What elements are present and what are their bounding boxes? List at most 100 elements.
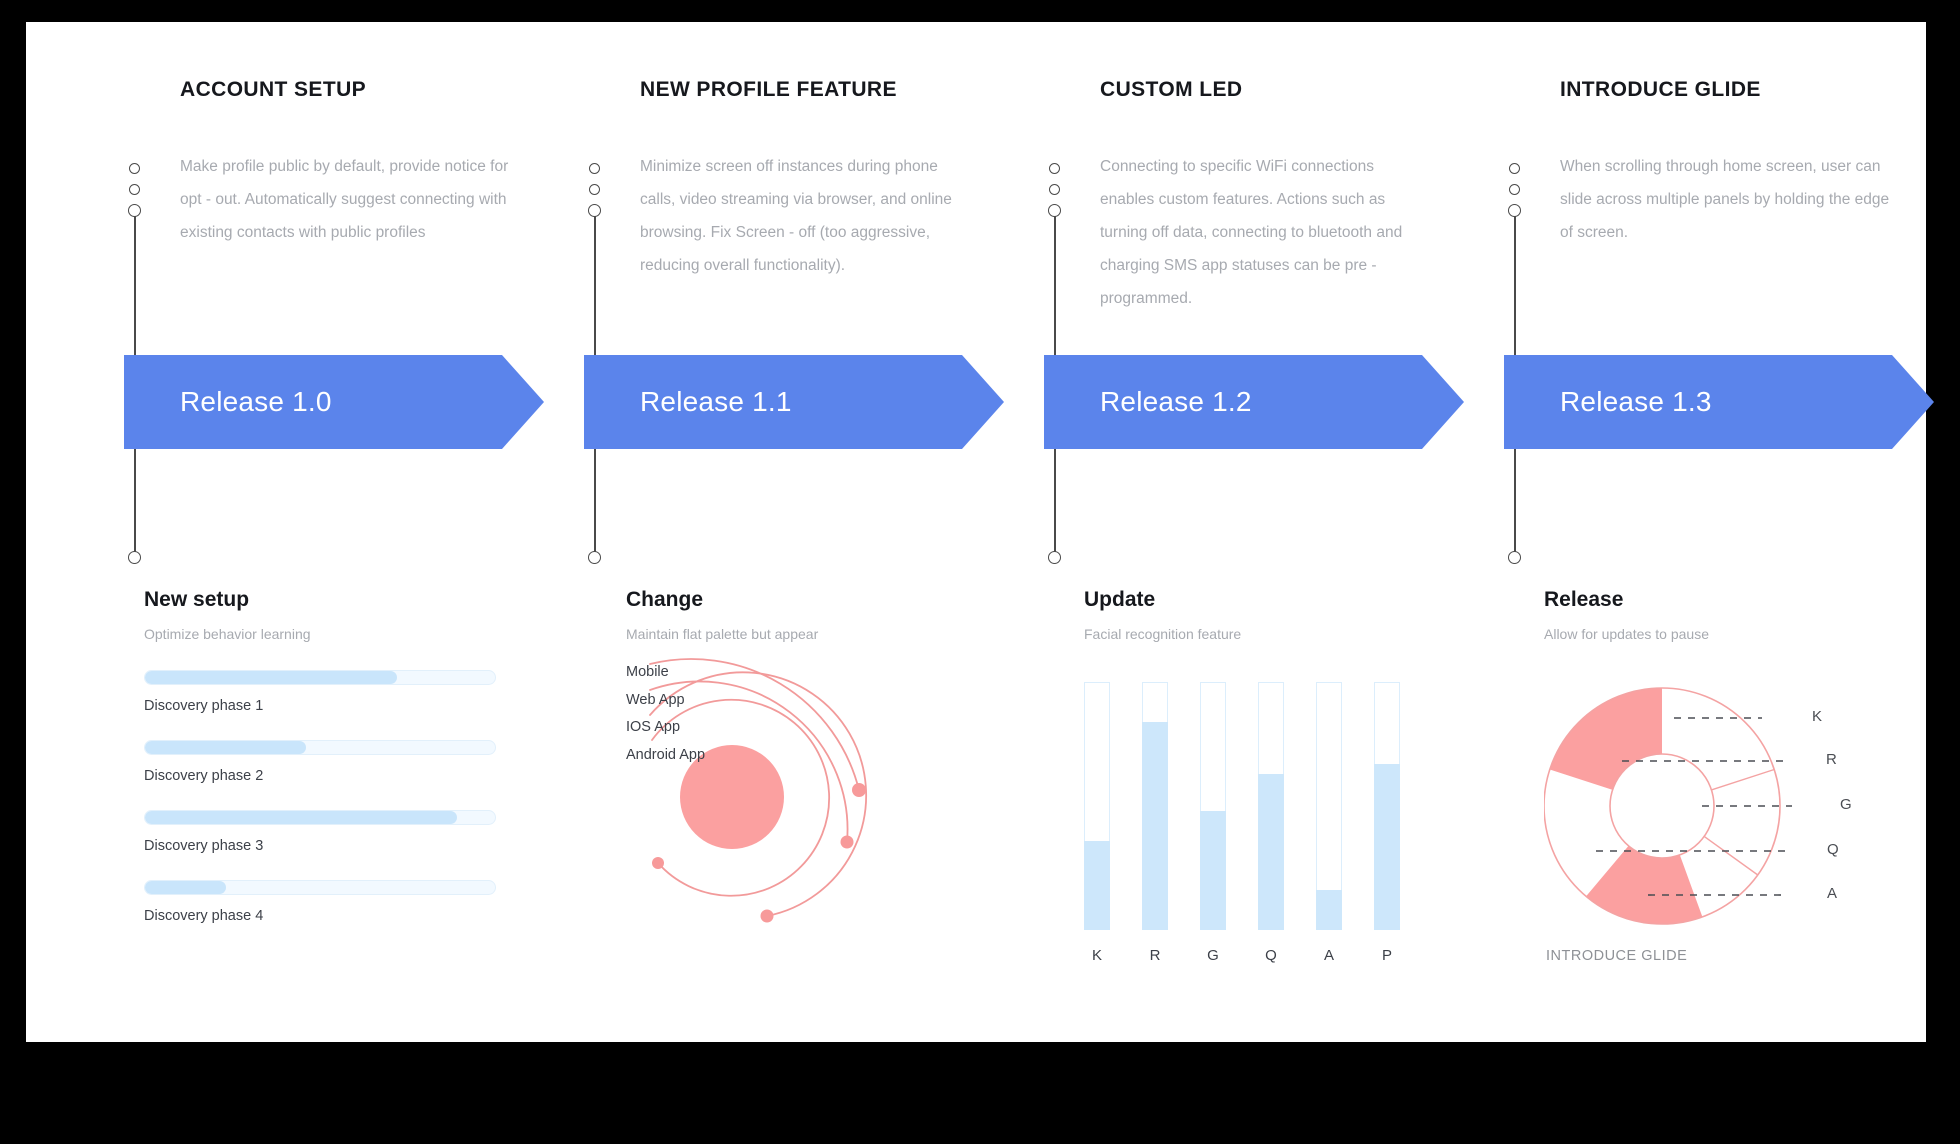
bar-fill xyxy=(1084,840,1110,930)
timeline-node-icon xyxy=(1048,204,1061,217)
timeline-node-icon xyxy=(1508,551,1521,564)
progress-bar-label: Discovery phase 1 xyxy=(144,698,264,714)
release-banner-2[interactable]: Release 1.1 xyxy=(584,355,1004,449)
orbit-legend: Mobile Web App IOS App Android App xyxy=(626,664,705,774)
timeline-column-1: ACCOUNT SETUP Make profile public by def… xyxy=(106,22,568,582)
roadmap-timeline: ACCOUNT SETUP Make profile public by def… xyxy=(26,22,1926,582)
progress-bar-track[interactable] xyxy=(144,670,496,685)
timeline-node-icon xyxy=(128,204,141,217)
timeline-column-4: INTRODUCE GLIDE When scrolling through h… xyxy=(1486,22,1948,582)
bar-column-p[interactable] xyxy=(1374,682,1400,930)
orbit-legend-item-android-app[interactable]: Android App xyxy=(626,747,705,763)
donut-label-k: K xyxy=(1812,708,1823,725)
bar-axis-label-a: A xyxy=(1323,947,1334,964)
progress-bar-item: Discovery phase 4 xyxy=(144,880,496,924)
release-banner-label-2: Release 1.1 xyxy=(640,386,792,417)
bar-axis-label-p: P xyxy=(1381,947,1392,964)
progress-bar-item: Discovery phase 1 xyxy=(144,670,496,714)
timeline-node-icon xyxy=(589,184,600,195)
timeline-node-icon xyxy=(589,163,600,174)
timeline-node-icon xyxy=(588,551,601,564)
bar-fill xyxy=(1142,721,1168,930)
timeline-node-icon xyxy=(1509,184,1520,195)
timeline-column-2: NEW PROFILE FEATURE Minimize screen off … xyxy=(566,22,1028,582)
timeline-node-icon xyxy=(588,204,601,217)
progress-bar-track[interactable] xyxy=(144,740,496,755)
bar-axis-label-g: G xyxy=(1207,947,1219,964)
widget-update: Update Facial recognition feature K R G … xyxy=(1084,570,1424,1042)
bar-axis-label-r: R xyxy=(1149,947,1161,964)
donut-label-q: Q xyxy=(1827,841,1839,858)
donut-segment-k[interactable] xyxy=(1549,688,1662,790)
orbit-legend-item-ios-app[interactable]: IOS App xyxy=(626,719,705,735)
timeline-node-icon xyxy=(1049,163,1060,174)
widget-subtitle-update: Facial recognition feature xyxy=(1084,626,1242,642)
widget-new-setup: New setup Optimize behavior learning Dis… xyxy=(144,570,504,1042)
timeline-node-icon xyxy=(1049,184,1060,195)
bar-axis-label-q: Q xyxy=(1265,947,1277,964)
bar-column-q[interactable] xyxy=(1258,682,1284,930)
progress-bar-fill xyxy=(145,671,397,684)
bar-axis-label-k: K xyxy=(1091,947,1102,964)
widgets-row: New setup Optimize behavior learning Dis… xyxy=(26,570,1926,1042)
widget-subtitle-change: Maintain flat palette but appear xyxy=(626,626,819,642)
orbit-legend-item-mobile[interactable]: Mobile xyxy=(626,664,705,680)
timeline-node-icon xyxy=(128,551,141,564)
widget-release: Release Allow for updates to pause K R G… xyxy=(1543,570,1924,1042)
orbit-endpoint-dot xyxy=(840,835,854,849)
bar-column-g[interactable] xyxy=(1200,682,1226,930)
timeline-description-2: Minimize screen off instances during pho… xyxy=(640,158,952,274)
widget-subtitle-release: Allow for updates to pause xyxy=(1544,626,1709,642)
timeline-column-3: CUSTOM LED Connecting to specific WiFi c… xyxy=(1026,22,1488,582)
donut-segment-q[interactable] xyxy=(1586,845,1703,925)
orbit-endpoint-dot xyxy=(652,857,664,869)
timeline-node-icon xyxy=(129,184,140,195)
timeline-node-icon xyxy=(1048,551,1061,564)
widget-title-change: Change xyxy=(626,588,704,611)
release-banner-4[interactable]: Release 1.3 xyxy=(1504,355,1934,449)
progress-bar-label: Discovery phase 3 xyxy=(144,838,264,854)
bar-fill xyxy=(1200,810,1226,930)
release-banner-label-3: Release 1.2 xyxy=(1100,386,1252,417)
timeline-description-4: When scrolling through home screen, user… xyxy=(1560,158,1890,241)
orbit-endpoint-dot xyxy=(852,783,866,797)
timeline-title-1: ACCOUNT SETUP xyxy=(180,78,367,101)
progress-bar-item: Discovery phase 3 xyxy=(144,810,496,854)
timeline-title-2: NEW PROFILE FEATURE xyxy=(640,78,897,101)
orbit-diagram: Mobile Web App IOS App Android App xyxy=(626,658,946,994)
donut-chart: K R G Q A xyxy=(1543,658,1924,988)
release-banner-1[interactable]: Release 1.0 xyxy=(124,355,544,449)
widget-change: Change Maintain flat palette but appear xyxy=(626,570,966,1042)
bar-chart: K R G Q A P xyxy=(1084,670,1404,970)
progress-bar-label: Discovery phase 4 xyxy=(144,908,264,924)
bar-fill xyxy=(1258,773,1284,930)
progress-bar-list: Discovery phase 1 Discovery phase 2 Disc… xyxy=(144,670,496,950)
donut-label-a: A xyxy=(1827,885,1838,902)
progress-bar-track[interactable] xyxy=(144,810,496,825)
widget-title-update: Update xyxy=(1084,588,1156,611)
widget-subtitle-new-setup: Optimize behavior learning xyxy=(144,626,311,642)
progress-bar-fill xyxy=(145,811,457,824)
donut-svg xyxy=(1543,687,1792,925)
orbit-legend-item-web-app[interactable]: Web App xyxy=(626,692,705,708)
progress-bar-item: Discovery phase 2 xyxy=(144,740,496,784)
widget-title-release: Release xyxy=(1544,588,1624,611)
release-banner-3[interactable]: Release 1.2 xyxy=(1044,355,1464,449)
donut-label-r: R xyxy=(1826,751,1837,768)
bar-column-r[interactable] xyxy=(1142,682,1168,930)
donut-inner-ring xyxy=(1609,753,1715,859)
progress-bar-fill xyxy=(145,741,306,754)
bar-column-a[interactable] xyxy=(1316,682,1342,930)
widget-title-new-setup: New setup xyxy=(144,588,250,611)
donut-label-g: G xyxy=(1840,796,1852,813)
infographic-canvas: ACCOUNT SETUP Make profile public by def… xyxy=(26,22,1926,1042)
progress-bar-track[interactable] xyxy=(144,880,496,895)
release-banner-label-4: Release 1.3 xyxy=(1560,386,1712,417)
bar-fill xyxy=(1316,890,1342,930)
donut-divider xyxy=(1703,835,1759,876)
bar-column-k[interactable] xyxy=(1084,682,1110,930)
progress-bar-label: Discovery phase 2 xyxy=(144,768,264,784)
timeline-node-icon xyxy=(1508,204,1521,217)
timeline-description-3: Connecting to specific WiFi connections … xyxy=(1100,158,1403,307)
progress-bar-fill xyxy=(145,881,226,894)
